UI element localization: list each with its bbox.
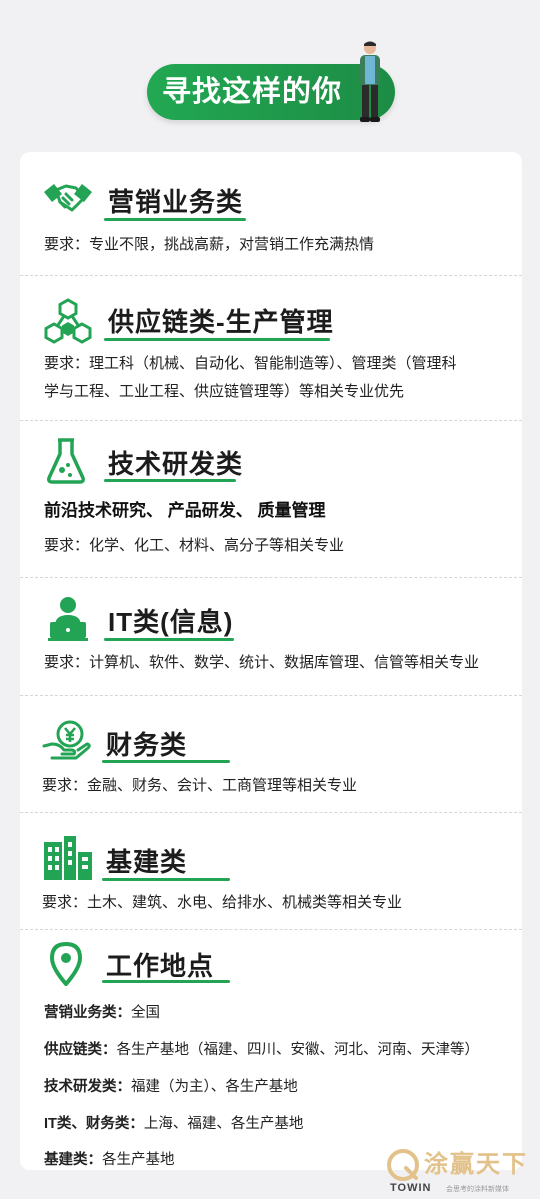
requirement-text: 要求：金融、财务、会计、工商管理等相关专业 [42, 777, 358, 794]
computer-user-icon [48, 597, 88, 641]
person-illustration [360, 41, 380, 122]
section-title-rnd: 技术研发类 [108, 449, 244, 479]
location-label: 营销业务类： [44, 1005, 131, 1021]
yuan-hand-icon [42, 720, 91, 760]
logo-tagline: 会思考的涂料新媒体 [446, 1186, 509, 1193]
location-value: 各生产基地 [102, 1152, 175, 1168]
title-underline [102, 980, 230, 983]
section-divider [20, 929, 522, 930]
location-pin-icon [50, 942, 82, 986]
location-item: 基建类：各生产基地 [44, 1148, 175, 1169]
location-label: 技术研发类： [44, 1079, 131, 1095]
logo-brand: TOWIN [390, 1182, 432, 1194]
location-label: 供应链类： [44, 1042, 117, 1058]
location-value: 上海、福建、各生产基地 [143, 1116, 304, 1132]
location-item: 供应链类：各生产基地（福建、四川、安徽、河北、河南、天津等） [44, 1038, 479, 1059]
research-focus-text: 前沿技术研究、 产品研发、 质量管理 [44, 501, 326, 520]
section-divider [20, 812, 522, 813]
header-title: 寻找这样的你 [161, 76, 342, 108]
section-divider [20, 577, 522, 578]
requirement-text: 要求：计算机、软件、数学、统计、数据库管理、信管等相关专业 [44, 654, 480, 671]
logo-name: 涂赢天下 [424, 1149, 528, 1178]
requirement-text: 要求：专业不限，挑战高薪，对营销工作充满热情 [44, 236, 375, 253]
requirement-text: 要求：土木、建筑、水电、给排水、机械类等相关专业 [42, 894, 403, 911]
location-item: 技术研发类：福建（为主）、各生产基地 [44, 1075, 298, 1096]
section-title-infrastructure: 基建类 [106, 847, 188, 877]
title-underline [104, 338, 330, 341]
handshake-icon [44, 184, 92, 212]
location-value: 福建（为主）、各生产基地 [131, 1079, 298, 1095]
location-label: 基建类： [44, 1152, 102, 1168]
location-value: 全国 [131, 1005, 160, 1021]
requirement-text-line1: 要求：理工科（机械、自动化、智能制造等）、管理类（管理科 [44, 355, 457, 372]
location-value: 各生产基地（福建、四川、安徽、河北、河南、天津等） [116, 1042, 480, 1058]
section-divider [20, 275, 522, 276]
requirement-text: 要求：化学、化工、材料、高分子等相关专业 [44, 537, 345, 554]
title-underline [104, 638, 234, 641]
hexagon-network-icon [44, 298, 92, 344]
title-underline [104, 218, 246, 221]
requirement-text-line2: 学与工程、工业工程、供应链管理等）等相关专业优先 [44, 383, 405, 400]
section-title-marketing: 营销业务类 [108, 187, 244, 217]
location-item: IT类、财务类：上海、福建、各生产基地 [44, 1112, 303, 1133]
location-label: IT类、财务类： [44, 1116, 144, 1132]
section-title-it: IT类(信息) [108, 607, 234, 637]
section-title-finance: 财务类 [106, 730, 188, 760]
section-divider [20, 695, 522, 696]
flask-icon [47, 438, 85, 484]
section-divider [20, 420, 522, 421]
section-title-locations: 工作地点 [106, 951, 215, 981]
title-underline [102, 878, 230, 881]
buildings-icon [44, 836, 92, 880]
location-item: 营销业务类：全国 [44, 1001, 160, 1022]
title-underline [102, 760, 230, 763]
section-title-supply-chain: 供应链类-生产管理 [108, 307, 334, 337]
towin-logo-icon [387, 1149, 419, 1181]
content-card: 营销业务类 要求：专业不限，挑战高薪，对营销工作充满热情 供应链类-生产管理 要… [20, 152, 522, 1170]
title-underline [104, 479, 236, 482]
